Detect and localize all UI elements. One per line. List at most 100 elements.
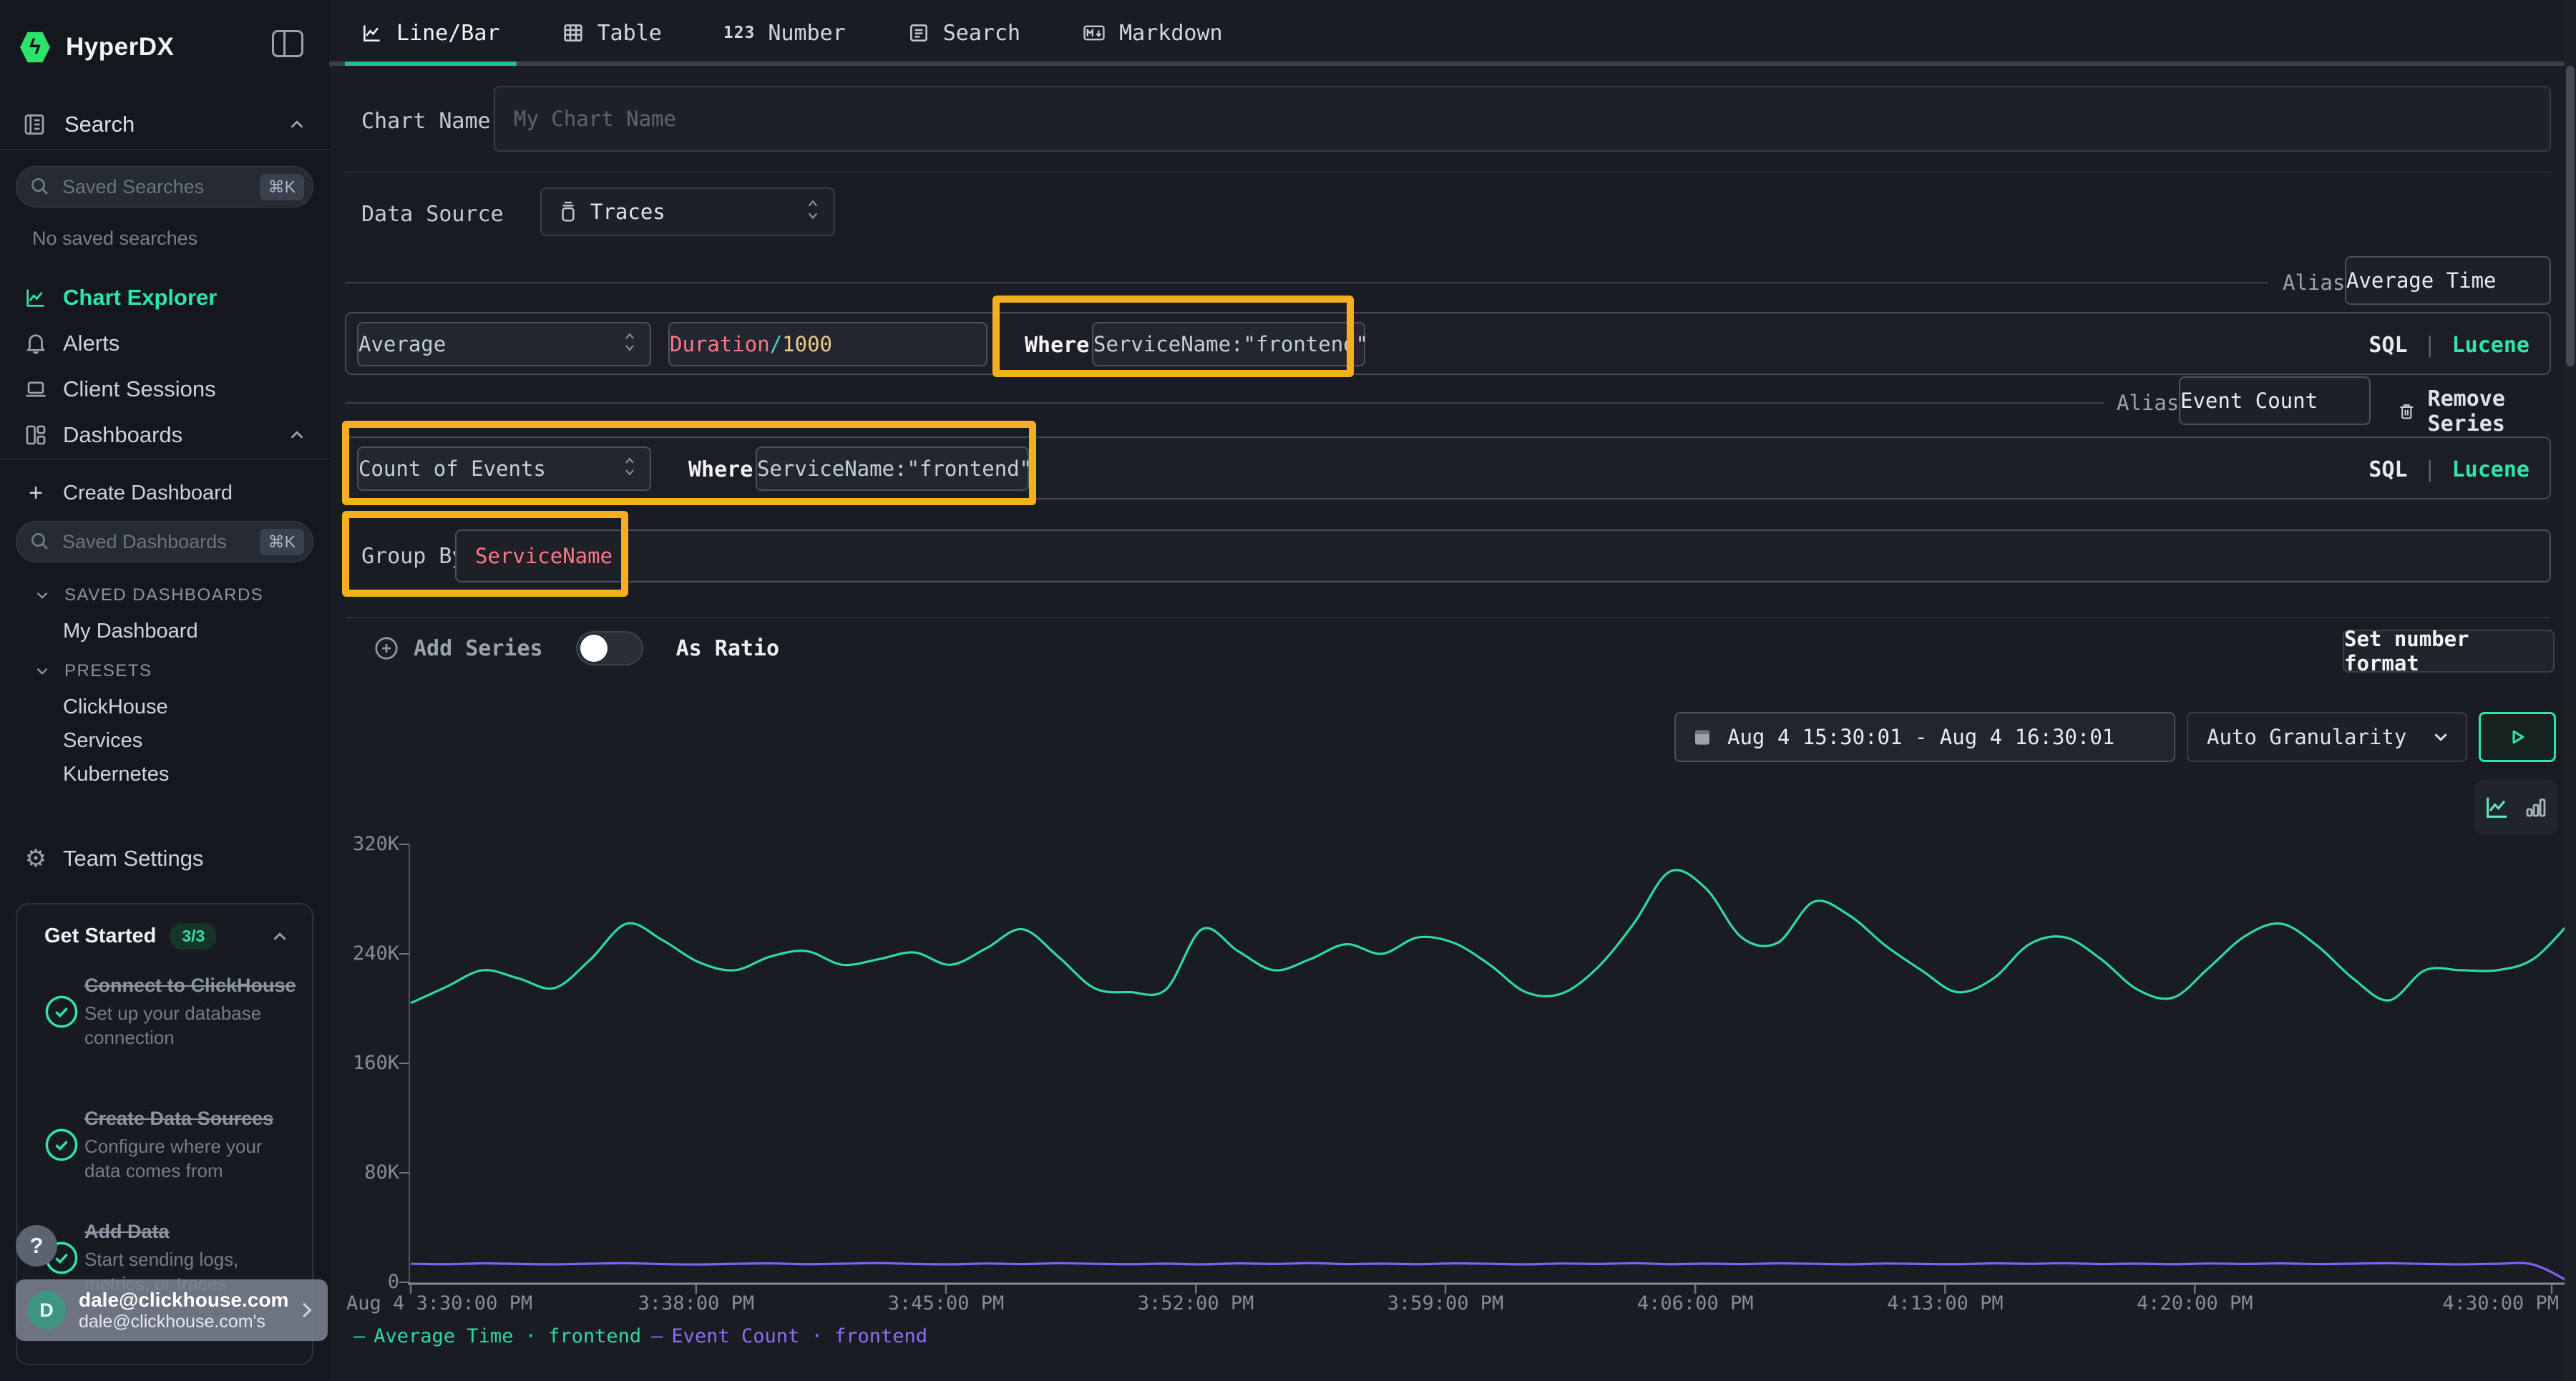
main-content: Line/Bar Table 123 Number Search Markdow… bbox=[329, 0, 2576, 1381]
saved-dashboards-group[interactable]: SAVED DASHBOARDS bbox=[33, 585, 263, 605]
data-source-label: Data Source bbox=[361, 202, 504, 227]
line-chart-icon bbox=[21, 286, 50, 310]
sidebar-item-chart-explorer[interactable]: Chart Explorer bbox=[0, 278, 329, 318]
tab-line-bar[interactable]: Line/Bar bbox=[361, 21, 500, 46]
presets-group[interactable]: PRESETS bbox=[33, 661, 152, 681]
search-section-header[interactable]: Search bbox=[0, 106, 329, 143]
legend-item[interactable]: —Event Count · frontend bbox=[651, 1325, 927, 1347]
x-axis-tick-label: 4:30:00 PM bbox=[2442, 1292, 2559, 1314]
divider bbox=[345, 402, 2104, 404]
tab-number[interactable]: 123 Number bbox=[723, 21, 846, 46]
saved-dashboards-input[interactable]: Saved Dashboards ⌘K bbox=[16, 521, 313, 562]
sidebar-item-label: Dashboards bbox=[63, 422, 182, 448]
chevron-down-icon bbox=[33, 586, 52, 605]
x-axis-tick-label: 4:20:00 PM bbox=[2137, 1292, 2253, 1314]
group-label: PRESETS bbox=[64, 661, 152, 681]
series2-aggregation-select[interactable]: Count of Events bbox=[357, 446, 651, 491]
series1-where-input[interactable]: ServiceName:"frontend" bbox=[1092, 322, 1365, 366]
lucene-option[interactable]: Lucene bbox=[2452, 457, 2529, 482]
series2-alias-input[interactable]: Event Count bbox=[2179, 376, 2371, 425]
sql-option[interactable]: SQL bbox=[2368, 333, 2407, 358]
number-123-icon: 123 bbox=[723, 24, 756, 42]
tab-table[interactable]: Table bbox=[562, 21, 662, 46]
y-axis-tick-label: 320K bbox=[329, 833, 399, 855]
series1-field-input[interactable]: Duration/1000 bbox=[668, 322, 987, 366]
search-icon bbox=[29, 531, 51, 552]
sidebar-item-clickhouse[interactable]: ClickHouse bbox=[63, 696, 168, 719]
lucene-option[interactable]: Lucene bbox=[2452, 333, 2529, 358]
step-desc: Configure where your data comes from bbox=[84, 1134, 298, 1184]
sidebar-item-dashboards[interactable]: Dashboards bbox=[0, 415, 329, 455]
chevron-right-icon bbox=[295, 1299, 318, 1322]
get-started-step[interactable]: Create Data Sources Configure where your… bbox=[39, 1106, 298, 1184]
chevron-down-icon bbox=[2430, 726, 2451, 748]
sidebar-item-kubernetes[interactable]: Kubernetes bbox=[63, 763, 169, 786]
as-ratio-toggle[interactable] bbox=[576, 631, 643, 665]
tab-markdown[interactable]: Markdown bbox=[1082, 21, 1223, 46]
dashboard-grid-icon bbox=[21, 423, 50, 447]
team-settings-label: Team Settings bbox=[63, 846, 203, 872]
chevron-up-icon[interactable] bbox=[269, 926, 291, 947]
divider bbox=[0, 458, 329, 459]
scrollbar[interactable] bbox=[2565, 0, 2576, 1381]
check-circle-icon bbox=[39, 1106, 84, 1184]
run-query-button[interactable] bbox=[2479, 712, 2556, 762]
chevron-up-icon[interactable] bbox=[286, 424, 308, 446]
calendar-icon bbox=[1692, 726, 1713, 748]
series1-alias-input[interactable]: Average Time bbox=[2345, 256, 2551, 305]
saved-searches-placeholder: Saved Searches bbox=[62, 176, 260, 198]
legend-item[interactable]: —Average Time · frontend bbox=[353, 1325, 641, 1347]
avatar: D bbox=[27, 1291, 66, 1329]
sidebar-item-team-settings[interactable]: ⚙ Team Settings bbox=[0, 839, 329, 879]
granularity-select[interactable]: Auto Granularity bbox=[2187, 712, 2467, 762]
saved-searches-input[interactable]: Saved Searches ⌘K bbox=[16, 166, 313, 208]
updown-chevrons-icon bbox=[623, 330, 637, 359]
chart-name-input[interactable]: My Chart Name bbox=[494, 86, 2551, 152]
divider bbox=[0, 149, 329, 150]
sidebar-item-alerts[interactable]: Alerts bbox=[0, 323, 329, 363]
create-dashboard-button[interactable]: + Create Dashboard bbox=[0, 475, 329, 511]
group-by-input[interactable]: ServiceName bbox=[455, 530, 2551, 582]
user-menu[interactable]: D dale@clickhouse.com dale@clickhouse.co… bbox=[16, 1279, 328, 1341]
sidebar-item-label: Alerts bbox=[63, 331, 119, 356]
active-tab-underline bbox=[345, 62, 517, 66]
series1-aggregation-select[interactable]: Average bbox=[357, 322, 651, 366]
logo-text: HyperDX bbox=[66, 33, 174, 62]
plus-circle-icon bbox=[374, 635, 399, 661]
add-series-button[interactable]: Add Series As Ratio bbox=[374, 631, 779, 665]
sidebar-item-services[interactable]: Services bbox=[63, 729, 142, 753]
view-tabbar: Line/Bar Table 123 Number Search Markdow… bbox=[329, 0, 2576, 66]
time-range-input[interactable]: Aug 4 15:30:01 - Aug 4 16:30:01 bbox=[1674, 712, 2175, 762]
sidebar: ϟ HyperDX Search Saved Searches ⌘K No sa… bbox=[0, 0, 329, 1381]
search-section-label: Search bbox=[64, 112, 135, 137]
x-axis-tick-label: 4:13:00 PM bbox=[1887, 1292, 2004, 1314]
help-button[interactable]: ? bbox=[16, 1225, 57, 1267]
timeseries-chart[interactable] bbox=[329, 758, 2576, 1381]
query-language-switch: SQL | Lucene bbox=[2368, 313, 2529, 376]
remove-series-button[interactable]: Remove Series bbox=[2397, 386, 2576, 436]
step-title: Connect to ClickHouse bbox=[84, 973, 298, 998]
bell-icon bbox=[21, 331, 50, 356]
shortcut-badge: ⌘K bbox=[260, 174, 304, 200]
series2-where-input[interactable]: ServiceName:"frontend" bbox=[756, 446, 1029, 491]
y-axis-tick-label: 160K bbox=[329, 1052, 399, 1074]
sql-option[interactable]: SQL bbox=[2368, 457, 2407, 482]
user-email: dale@clickhouse.com bbox=[79, 1289, 288, 1312]
check-circle-icon bbox=[39, 973, 84, 1050]
divider bbox=[345, 282, 2268, 283]
get-started-step[interactable]: Connect to ClickHouse Set up your databa… bbox=[39, 973, 298, 1050]
set-number-format-button[interactable]: Set number format bbox=[2343, 630, 2555, 673]
logo: ϟ HyperDX bbox=[20, 27, 309, 67]
series2-row: Count of Events Where ServiceName:"front… bbox=[345, 436, 2551, 499]
chevron-down-icon bbox=[33, 662, 52, 680]
sidebar-item-my-dashboard[interactable]: My Dashboard bbox=[63, 620, 198, 643]
play-icon bbox=[2505, 725, 2529, 749]
data-source-select[interactable]: Traces bbox=[540, 187, 835, 236]
plus-icon: + bbox=[21, 479, 50, 507]
tab-search[interactable]: Search bbox=[907, 21, 1020, 46]
collapse-sidebar-icon[interactable] bbox=[272, 30, 303, 57]
scrollbar-thumb[interactable] bbox=[2566, 66, 2575, 366]
sidebar-item-client-sessions[interactable]: Client Sessions bbox=[0, 369, 329, 409]
series1-where-label: Where bbox=[1025, 313, 1089, 376]
chevron-up-icon[interactable] bbox=[286, 114, 308, 135]
